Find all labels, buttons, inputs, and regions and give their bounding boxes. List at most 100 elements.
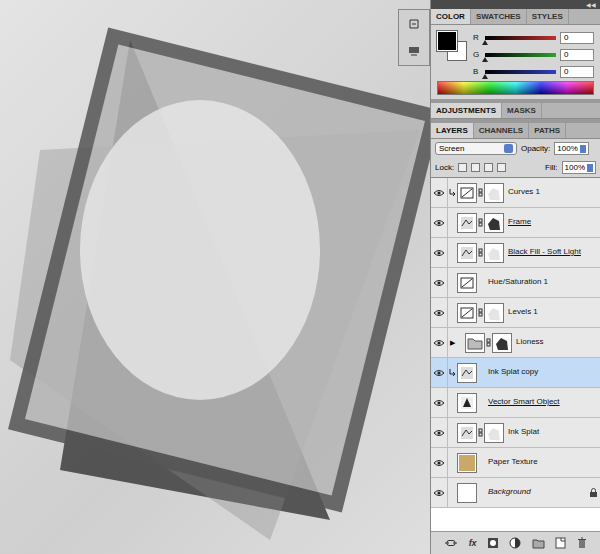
chain-icon[interactable] xyxy=(478,308,483,317)
slider-track[interactable] xyxy=(485,70,556,74)
layer-row[interactable]: Black Fill - Soft Light xyxy=(431,238,600,268)
lock-position-icon[interactable] xyxy=(484,163,493,172)
layer-mask-thumbnail[interactable] xyxy=(484,213,504,233)
layer-row[interactable]: Vector Smart Object xyxy=(431,388,600,418)
eye-icon[interactable] xyxy=(433,339,445,347)
slider-track[interactable] xyxy=(485,36,556,40)
layer-mask-thumbnail[interactable] xyxy=(484,303,504,323)
field-arrow-icon[interactable] xyxy=(587,164,593,172)
visibility-toggle[interactable] xyxy=(431,328,448,358)
slider-knob[interactable] xyxy=(482,74,488,79)
panel-tab[interactable]: CHANNELS xyxy=(474,123,529,138)
slider-track[interactable] xyxy=(485,53,556,57)
channel-value-field[interactable]: 0 xyxy=(560,66,594,78)
visibility-toggle[interactable] xyxy=(431,268,448,298)
trash-icon[interactable] xyxy=(577,537,587,549)
layer-mask-thumbnail[interactable] xyxy=(492,333,512,353)
eye-icon[interactable] xyxy=(433,489,445,497)
link-layers-icon[interactable] xyxy=(444,539,458,547)
clip-arrow-icon[interactable] xyxy=(449,188,456,197)
panel-tab[interactable]: COLOR xyxy=(431,9,471,24)
eye-icon[interactable] xyxy=(433,219,445,227)
layer-row[interactable]: Curves 1 xyxy=(431,178,600,208)
field-arrow-icon[interactable] xyxy=(580,145,586,153)
layer-name[interactable]: Black Fill - Soft Light xyxy=(504,248,586,257)
eye-icon[interactable] xyxy=(433,189,445,197)
visibility-toggle[interactable] xyxy=(431,238,448,268)
layer-name[interactable]: Ink Splat xyxy=(504,428,586,437)
add-mask-icon[interactable] xyxy=(487,537,499,549)
color-spectrum[interactable] xyxy=(437,81,594,95)
fill-field[interactable]: 100% xyxy=(562,161,596,174)
eye-icon[interactable] xyxy=(433,399,445,407)
layer-row[interactable]: Levels 1 xyxy=(431,298,600,328)
slider-knob[interactable] xyxy=(482,57,488,62)
eye-icon[interactable] xyxy=(433,309,445,317)
visibility-toggle[interactable] xyxy=(431,448,448,478)
panel-tab[interactable]: MASKS xyxy=(502,103,542,118)
eye-icon[interactable] xyxy=(433,429,445,437)
layer-name[interactable]: Paper Texture xyxy=(484,458,586,467)
history-icon[interactable] xyxy=(407,17,421,31)
eye-icon[interactable] xyxy=(433,459,445,467)
visibility-toggle[interactable] xyxy=(431,178,448,208)
layer-row[interactable]: ▶ Lioness xyxy=(431,328,600,358)
visibility-toggle[interactable] xyxy=(431,358,448,388)
new-group-icon[interactable] xyxy=(532,538,545,549)
layer-name[interactable]: Ink Splat copy xyxy=(484,368,586,377)
layer-name[interactable]: Hue/Saturation 1 xyxy=(484,278,586,287)
channel-value-field[interactable]: 0 xyxy=(560,49,594,61)
layer-row[interactable]: Background xyxy=(431,478,600,508)
layer-name[interactable]: Lioness xyxy=(512,338,586,347)
eye-icon[interactable] xyxy=(433,369,445,377)
layer-row[interactable]: Hue/Saturation 1 xyxy=(431,268,600,298)
new-layer-icon[interactable] xyxy=(555,537,566,549)
panel-tab[interactable]: SWATCHES xyxy=(471,9,527,24)
panel-tab[interactable]: PATHS xyxy=(529,123,566,138)
layer-name[interactable]: Levels 1 xyxy=(504,308,586,317)
foreground-color-swatch[interactable] xyxy=(437,31,457,51)
collapse-button[interactable]: ◀◀ xyxy=(586,1,596,8)
actions-icon[interactable] xyxy=(407,44,421,58)
visibility-toggle[interactable] xyxy=(431,388,448,418)
color-swatches[interactable] xyxy=(437,31,467,61)
eye-icon[interactable] xyxy=(433,279,445,287)
slider-knob[interactable] xyxy=(482,40,488,45)
layer-mask-thumbnail[interactable] xyxy=(484,183,504,203)
layer-style-button[interactable]: fx xyxy=(469,538,477,548)
chain-icon[interactable] xyxy=(478,428,483,437)
opacity-field[interactable]: 100% xyxy=(554,142,588,155)
eye-icon[interactable] xyxy=(433,249,445,257)
chain-icon[interactable] xyxy=(486,338,491,347)
panel-tab[interactable]: LAYERS xyxy=(431,123,474,138)
visibility-toggle[interactable] xyxy=(431,418,448,448)
dropdown-arrow-icon[interactable] xyxy=(504,144,513,153)
blend-mode-dropdown[interactable]: Screen xyxy=(435,142,517,155)
lock-pixels-icon[interactable] xyxy=(471,163,480,172)
panel-tab[interactable]: ADJUSTMENTS xyxy=(431,103,502,118)
layer-mask-thumbnail[interactable] xyxy=(484,243,504,263)
layer-row[interactable]: Ink Splat xyxy=(431,418,600,448)
chain-icon[interactable] xyxy=(478,218,483,227)
visibility-toggle[interactable] xyxy=(431,208,448,238)
document-canvas[interactable] xyxy=(0,0,430,554)
layer-row[interactable]: Ink Splat copy xyxy=(431,358,600,388)
visibility-toggle[interactable] xyxy=(431,478,448,508)
panel-tab[interactable]: STYLES xyxy=(527,9,569,24)
layer-name[interactable]: Curves 1 xyxy=(504,188,586,197)
channel-value-field[interactable]: 0 xyxy=(560,32,594,44)
lock-icon[interactable] xyxy=(589,488,598,498)
lock-transparency-icon[interactable] xyxy=(458,163,467,172)
layer-row[interactable]: Frame xyxy=(431,208,600,238)
lock-all-icon[interactable] xyxy=(497,163,506,172)
layer-row[interactable]: Paper Texture xyxy=(431,448,600,478)
layer-name[interactable]: Background xyxy=(484,488,586,497)
adjustment-layer-icon[interactable] xyxy=(509,537,521,549)
group-expander[interactable]: ▶ xyxy=(448,339,456,347)
chain-icon[interactable] xyxy=(478,188,483,197)
layer-mask-thumbnail[interactable] xyxy=(484,423,504,443)
layer-name[interactable]: Vector Smart Object xyxy=(484,398,586,407)
visibility-toggle[interactable] xyxy=(431,298,448,328)
clip-arrow-icon[interactable] xyxy=(449,368,456,377)
chain-icon[interactable] xyxy=(478,248,483,257)
